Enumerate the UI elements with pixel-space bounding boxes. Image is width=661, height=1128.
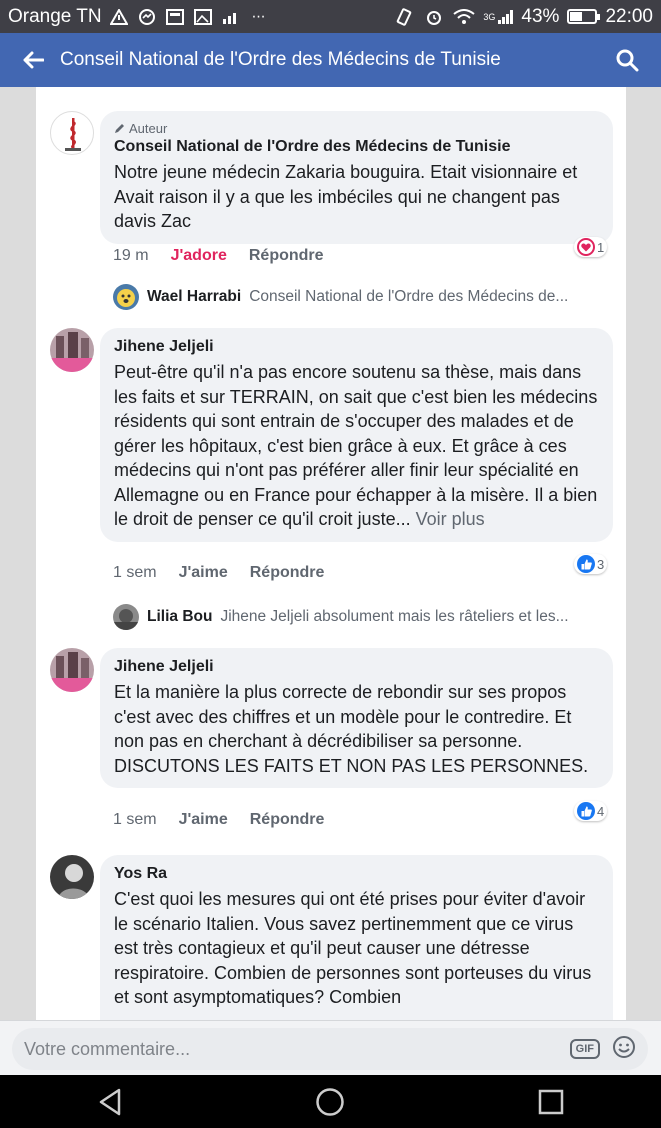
comment-bubble[interactable]: Jihene Jeljeli Peut-être qu'il n'a pas e…: [100, 328, 613, 542]
status-bar: Orange TN ⋯ 3G 43% 22:00: [0, 0, 661, 33]
reply-button[interactable]: Répondre: [249, 247, 324, 265]
comment-author[interactable]: Yos Ra: [114, 865, 599, 883]
user-avatar[interactable]: [50, 855, 94, 899]
comment-text: Notre jeune médecin Zakaria bouguira. Et…: [114, 162, 578, 231]
comment-time[interactable]: 19 m: [113, 247, 149, 265]
news-icon: [164, 8, 186, 26]
alarm-icon: [423, 8, 445, 26]
author-badge: Auteur: [114, 121, 599, 136]
page-title: Conseil National de l'Ordre des Médecins…: [60, 49, 501, 70]
reaction-count: 1: [597, 239, 605, 255]
network-type: 3G: [483, 11, 496, 22]
reply-button[interactable]: Répondre: [250, 564, 325, 582]
reaction-summary[interactable]: 3: [574, 554, 608, 574]
user-avatar[interactable]: [50, 648, 94, 692]
reaction-count: 3: [597, 556, 605, 572]
like-reaction-icon: [577, 555, 595, 573]
carrier-name: Orange TN: [8, 5, 102, 27]
like-button[interactable]: J'aime: [179, 564, 228, 582]
reply-text: Jihene Jeljeli absolument mais les râtel…: [220, 608, 569, 625]
reply-author: Wael Harrabi: [147, 288, 242, 305]
comment-actions: 19 m J'adore Répondre: [113, 247, 324, 265]
reaction-summary[interactable]: 1: [574, 237, 608, 257]
gallery-icon: [192, 8, 214, 26]
battery-percent: 43%: [521, 5, 560, 27]
search-icon[interactable]: [609, 42, 645, 78]
comment-time[interactable]: 1 sem: [113, 811, 157, 829]
reply-text: Conseil National de l'Ordre des Médecins…: [249, 288, 569, 305]
comment-text-body: Peut-être qu'il n'a pas encore soutenu s…: [114, 362, 598, 529]
comment-input[interactable]: [24, 1038, 570, 1060]
comment-author[interactable]: Jihene Jeljeli: [114, 338, 599, 356]
see-more-link[interactable]: Voir plus: [416, 509, 485, 529]
comment-bubble[interactable]: Yos Ra C'est quoi les mesures qui ont ét…: [100, 855, 613, 1020]
reaction-summary[interactable]: 4: [574, 801, 608, 821]
back-icon[interactable]: [80, 1077, 140, 1127]
like-button[interactable]: J'aime: [179, 811, 228, 829]
back-arrow-icon[interactable]: [16, 43, 50, 77]
emoji-icon[interactable]: [612, 1035, 636, 1064]
pencil-icon: [115, 124, 124, 133]
reply-preview[interactable]: Lilia Bou Jihene Jeljeli absolument mais…: [113, 604, 603, 630]
heart-reaction-icon: [577, 238, 595, 256]
home-icon[interactable]: [300, 1077, 360, 1127]
comment-author[interactable]: Conseil National de l'Ordre des Médecins…: [114, 138, 599, 156]
comment-bubble[interactable]: Auteur Conseil National de l'Ordre des M…: [100, 111, 613, 244]
comments-list[interactable]: Auteur Conseil National de l'Ordre des M…: [36, 87, 626, 1020]
comment-field[interactable]: GIF: [12, 1028, 648, 1070]
signal-icon: [220, 8, 242, 26]
notification-warning-icon: [108, 8, 130, 26]
vibrate-icon: [393, 7, 415, 26]
comment-actions: 1 sem J'aime Répondre: [113, 811, 324, 829]
comment-bubble[interactable]: Jihene Jeljeli Et la manière la plus cor…: [100, 648, 613, 788]
reply-avatar: [113, 604, 139, 630]
comment-text: C'est quoi les mesures qui ont été prise…: [114, 889, 592, 1007]
reply-avatar: [113, 284, 139, 310]
reply-preview[interactable]: Wael Harrabi Conseil National de l'Ordre…: [113, 284, 603, 310]
user-avatar[interactable]: [50, 328, 94, 372]
reply-button[interactable]: Répondre: [250, 811, 325, 829]
reply-author: Lilia Bou: [147, 608, 213, 625]
wifi-icon: [453, 8, 476, 26]
mobile-signal-icon: 3G: [483, 8, 514, 26]
comment-text: Et la manière la plus correcte de rebond…: [114, 682, 589, 776]
author-badge-label: Auteur: [129, 121, 168, 136]
page-avatar[interactable]: [50, 111, 94, 155]
battery-icon: [567, 9, 601, 24]
reaction-count: 4: [597, 803, 605, 819]
recents-icon[interactable]: [521, 1077, 581, 1127]
comment-actions: 1 sem J'aime Répondre: [113, 564, 324, 582]
more-notifications-icon: ⋯: [251, 8, 266, 24]
messenger-icon: [136, 8, 158, 26]
app-bar: Conseil National de l'Ordre des Médecins…: [0, 33, 661, 87]
comment-time[interactable]: 1 sem: [113, 564, 157, 582]
comment-author[interactable]: Jihene Jeljeli: [114, 658, 599, 676]
comment-text: Peut-être qu'il n'a pas encore soutenu s…: [114, 360, 599, 532]
system-nav-bar: [0, 1075, 661, 1128]
clock: 22:00: [605, 5, 653, 27]
like-reaction-icon: [577, 802, 595, 820]
react-button[interactable]: J'adore: [171, 247, 227, 265]
gif-button[interactable]: GIF: [569, 1039, 600, 1059]
compose-bar: GIF: [0, 1020, 661, 1075]
